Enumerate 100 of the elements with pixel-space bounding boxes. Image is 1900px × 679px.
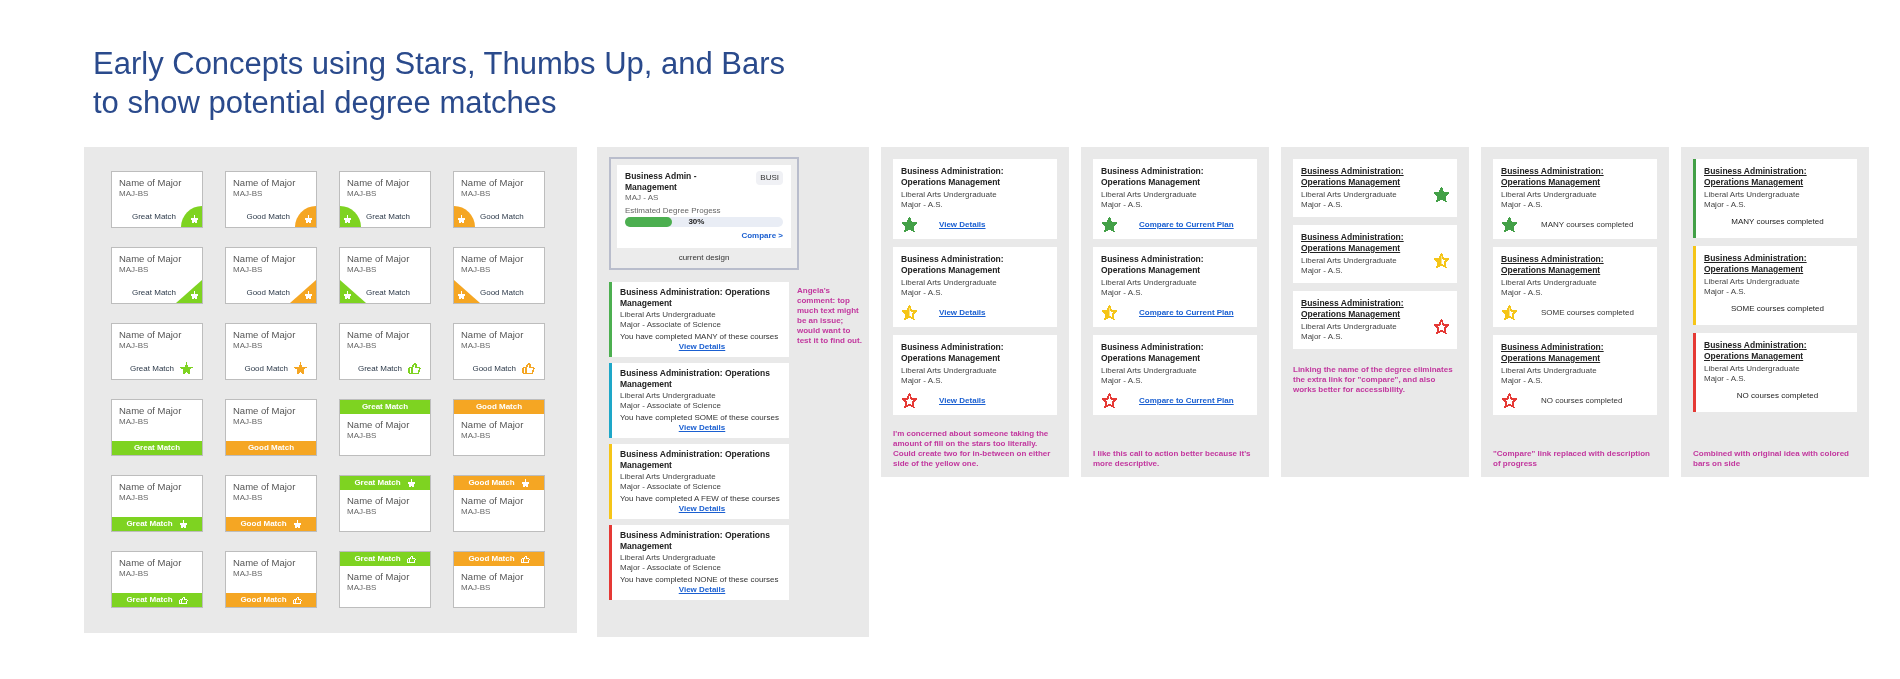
major-code: MAJ-BS: [233, 265, 264, 275]
degree-link[interactable]: Business Administration: Operations Management: [1501, 254, 1649, 275]
program-type: Liberal Arts Undergraduate: [620, 391, 717, 401]
match-label: Great Match: [358, 363, 402, 374]
star-icon: [406, 478, 416, 488]
match-label: Great Match: [132, 288, 176, 298]
progress-status: NO courses completed: [1735, 390, 1820, 402]
designer-note: I like this call to action better because it's more descriptive.: [1093, 449, 1252, 469]
major-name: Name of Major: [119, 557, 183, 569]
major-code: MAJ-BS: [119, 417, 150, 427]
major-code: MAJ-BS: [461, 265, 492, 275]
major-code: MAJ-BS: [347, 265, 378, 275]
degree-type: Major - A.S.: [1301, 266, 1344, 276]
program-type: Liberal Arts Undergraduate: [1101, 366, 1198, 376]
star-icon: [304, 291, 313, 300]
degree-title: Business Administration: Operations Management: [620, 368, 771, 389]
major-code: MAJ-BS: [347, 431, 378, 441]
department-badge: BUSI: [756, 171, 783, 185]
star-icon: [457, 215, 466, 224]
major-code: MAJ-BS: [347, 507, 378, 517]
match-label: Great Match: [354, 477, 401, 489]
match-label: Good Match: [475, 401, 523, 413]
major-code: MAJ - AS: [625, 193, 660, 203]
star-icon: [343, 215, 352, 224]
major-name: Name of Major: [119, 177, 183, 189]
major-code: MAJ-BS: [347, 583, 378, 593]
progress-status: SOME courses completed: [1730, 303, 1825, 315]
degree-link[interactable]: Business Administration: Operations Management: [1301, 232, 1430, 253]
degree-link[interactable]: Business Administration: Operations Management: [1301, 166, 1430, 187]
match-label: Great Match: [130, 363, 174, 374]
major-name: Name of Major: [119, 481, 183, 493]
star-icon: [178, 519, 188, 529]
major-code: MAJ-BS: [119, 569, 150, 579]
star-icon: [304, 215, 313, 224]
program-type: Liberal Arts Undergraduate: [620, 472, 717, 482]
match-label: Great Match: [126, 518, 173, 530]
progress-reading: 30%: [688, 216, 705, 228]
degree-type: Major - A.S.: [1501, 200, 1544, 210]
degree-type: Major - Associate of Science: [620, 401, 722, 411]
major-code: MAJ-BS: [233, 569, 264, 579]
progress-status: MANY courses completed: [1541, 218, 1634, 231]
progress-status: You have completed NONE of these courses: [620, 575, 780, 585]
degree-link[interactable]: Business Administration: Operations Management: [1704, 253, 1851, 274]
degree-title: Business Administration: Operations Management: [620, 530, 771, 551]
major-name: Name of Major: [233, 177, 297, 189]
details-link[interactable]: Compare to Current Plan: [1139, 218, 1234, 231]
match-label: Good Match: [246, 212, 290, 222]
match-label: Great Match: [354, 553, 401, 565]
degree-type: Major - A.S.: [1501, 376, 1544, 386]
degree-link[interactable]: Business Administration: Operations Management: [1301, 298, 1430, 319]
details-link[interactable]: View Details: [939, 306, 986, 319]
degree-title: Business Administration: Operations Management: [620, 287, 771, 308]
details-link[interactable]: View Details: [678, 342, 726, 352]
major-name: Name of Major: [119, 405, 183, 417]
major-code: MAJ-BS: [119, 189, 150, 199]
degree-type: Major - Associate of Science: [620, 563, 722, 573]
details-link[interactable]: Compare to Current Plan: [1139, 306, 1234, 319]
degree-type: Major - A.S.: [1501, 288, 1544, 298]
major-code: MAJ-BS: [233, 189, 264, 199]
match-label: Good Match: [480, 288, 524, 298]
major-name: Name of Major: [233, 557, 297, 569]
program-type: Liberal Arts Undergraduate: [1501, 366, 1598, 376]
thumbs-up-icon: [292, 595, 302, 605]
details-link[interactable]: Compare to Current Plan: [1139, 394, 1234, 407]
designer-note: I'm concerned about someone taking the amount of fill on the stars too literally. Could create two for in-between on either side of the yellow one.: [893, 429, 1052, 469]
details-link[interactable]: View Details: [939, 218, 986, 231]
program-type: Liberal Arts Undergraduate: [1301, 190, 1398, 200]
match-label: Great Match: [366, 212, 410, 222]
major-name: Name of Major: [347, 419, 411, 431]
degree-link[interactable]: Business Administration: Operations Management: [1704, 340, 1851, 361]
match-label: Good Match: [244, 363, 288, 374]
major-name: Name of Major: [347, 253, 411, 265]
compare-link[interactable]: Compare >: [741, 230, 783, 242]
program-type: Liberal Arts Undergraduate: [1301, 256, 1398, 266]
major-code: MAJ-BS: [461, 583, 492, 593]
progress-status: NO courses completed: [1541, 394, 1623, 407]
star-icon: [520, 478, 530, 488]
thumbs-up-icon: [406, 554, 416, 564]
degree-link[interactable]: Business Administration: Operations Management: [1501, 166, 1649, 187]
details-link[interactable]: View Details: [939, 394, 986, 407]
degree-link[interactable]: Business Administration: Operations Management: [1704, 166, 1851, 187]
program-type: Liberal Arts Undergraduate: [1301, 322, 1398, 332]
major-code: MAJ-BS: [233, 341, 264, 351]
program-type: Liberal Arts Undergraduate: [620, 553, 717, 563]
designer-note: Combined with original idea with colored bars on side: [1693, 449, 1850, 469]
page-title: to show potential degree matches: [93, 84, 558, 122]
match-label: Good Match: [468, 477, 515, 489]
match-label: Great Match: [366, 288, 410, 298]
major-code: MAJ-BS: [461, 341, 492, 351]
match-label: Good Match: [480, 212, 524, 222]
program-type: Liberal Arts Undergraduate: [1704, 190, 1801, 200]
details-link[interactable]: View Details: [678, 423, 726, 433]
details-link[interactable]: View Details: [678, 504, 726, 514]
match-label: Good Match: [247, 442, 295, 454]
program-type: Liberal Arts Undergraduate: [1501, 278, 1598, 288]
details-link[interactable]: View Details: [678, 585, 726, 595]
degree-link[interactable]: Business Administration: Operations Management: [1501, 342, 1649, 363]
degree-title: Business Administration: Operations Management: [1101, 342, 1205, 363]
degree-title: Business Administration: Operations Management: [901, 342, 1005, 363]
designer-note: "Compare" link replaced with description of progress: [1493, 449, 1651, 469]
